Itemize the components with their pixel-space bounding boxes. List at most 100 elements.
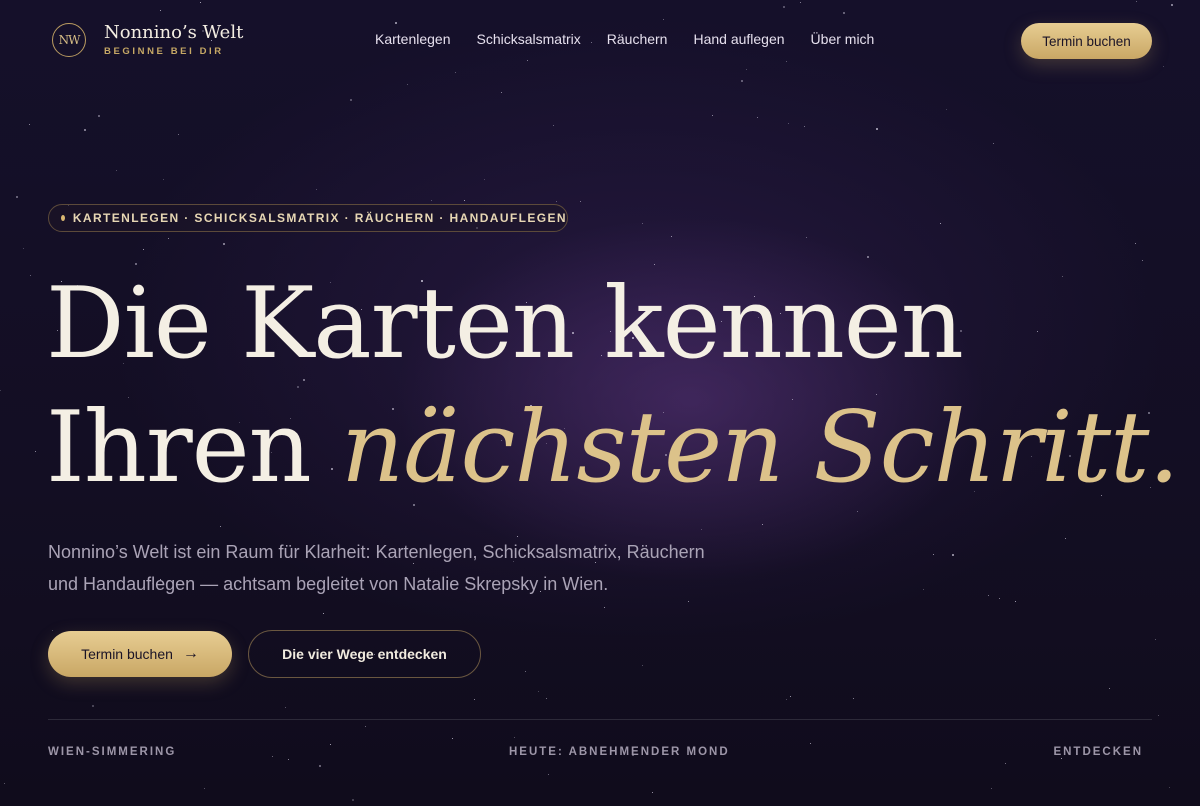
star [464,199,466,201]
star [350,98,353,101]
star [315,189,317,191]
star [545,697,547,699]
star [642,664,644,666]
star [84,129,87,132]
star [219,526,221,528]
star [803,126,805,128]
star [787,123,789,125]
star [1060,758,1062,760]
header-book-button[interactable]: Termin buchen [1021,23,1152,59]
star [352,798,355,801]
star [406,83,408,85]
headline-plain: Ihren [46,391,312,505]
star [501,91,503,93]
star [671,236,673,238]
star [923,589,925,591]
star [23,247,25,249]
star [484,178,486,180]
star [97,115,100,118]
star [806,236,808,238]
star [35,451,37,452]
hero-book-button[interactable]: Termin buchen → [48,631,232,677]
brand-tagline: BEGINNE BEI DIR [104,46,224,57]
star [92,704,95,707]
star [945,109,947,111]
location-label: WIEN-SIMMERING [48,746,177,758]
brand[interactable]: NW Nonnino’s Welt BEGINNE BEI DIR [52,23,243,57]
hero-headline: Die Karten kennen Ihren nächsten Schritt… [46,262,1180,510]
brand-text: Nonnino’s Welt BEGINNE BEI DIR [104,22,244,58]
star [4,782,6,784]
star [761,523,763,525]
star [365,726,367,728]
star [162,179,164,181]
star [712,114,714,116]
hero-lead: Nonnino’s Welt ist ein Raum für Klarheit… [48,536,748,600]
star [853,697,854,699]
star [1142,259,1144,261]
star [579,200,581,202]
star [287,758,289,760]
star [1065,537,1067,539]
star [318,765,321,768]
nav-item-raeuchern[interactable]: Räuchern [607,31,668,47]
star [115,169,117,171]
star [789,695,791,697]
star [548,773,550,775]
nav-item-kartenlegen[interactable]: Kartenlegen [375,31,451,47]
arrow-right-icon: → [182,645,199,662]
star [177,133,179,135]
site-header: NW Nonnino’s Welt BEGINNE BEI DIR Karten… [0,0,1200,82]
star [1014,600,1016,602]
star [451,737,453,739]
star [651,791,653,793]
headline-line-1: Die Karten kennen [46,267,964,381]
star [1157,714,1159,716]
explore-ways-button[interactable]: Die vier Wege entdecken [248,630,481,678]
headline-accent: nächsten Schritt. [340,391,1180,505]
star [285,707,287,709]
pill-dot-icon [61,215,65,221]
star [323,613,325,615]
star [809,743,811,745]
lead-line-2: und Handauflegen — achtsam begleitet von… [48,574,609,594]
lead-line-1: Nonnino’s Welt ist ein Raum für Klarheit… [48,542,705,562]
star [876,128,879,131]
star [866,255,869,258]
star [16,196,19,199]
star [430,200,432,202]
star [688,601,690,603]
star [939,223,941,225]
star [952,553,954,556]
star [513,736,515,738]
hero-book-label: Termin buchen [81,646,173,662]
star [642,223,644,225]
star [143,248,145,250]
star [932,554,934,556]
star [1005,763,1006,765]
star [604,606,606,608]
star [271,755,273,757]
star [553,125,555,127]
nav-item-schicksalsmatrix[interactable]: Schicksalsmatrix [477,31,581,47]
headline-line-2: Ihren nächsten Schritt. [46,386,1180,510]
star [29,275,31,277]
moon-phase-label: HEUTE: ABNEHMENDER MOND [509,746,730,758]
nav-item-hand-auflegen[interactable]: Hand auflegen [693,31,784,47]
star [998,597,1000,599]
star [51,629,53,631]
star [992,142,994,144]
star [556,201,558,203]
star [857,511,859,513]
star [222,243,225,246]
star [524,670,526,672]
star [329,744,331,746]
main-nav: Kartenlegen Schicksalsmatrix Räuchern Ha… [375,31,900,47]
star [1108,688,1110,690]
star [167,237,169,239]
brand-name: Nonnino’s Welt [104,22,244,43]
explore-link[interactable]: ENTDECKEN [1053,746,1143,758]
logo-icon: NW [52,23,86,57]
star [988,594,989,596]
nav-item-ueber-mich[interactable]: Über mich [811,31,875,47]
